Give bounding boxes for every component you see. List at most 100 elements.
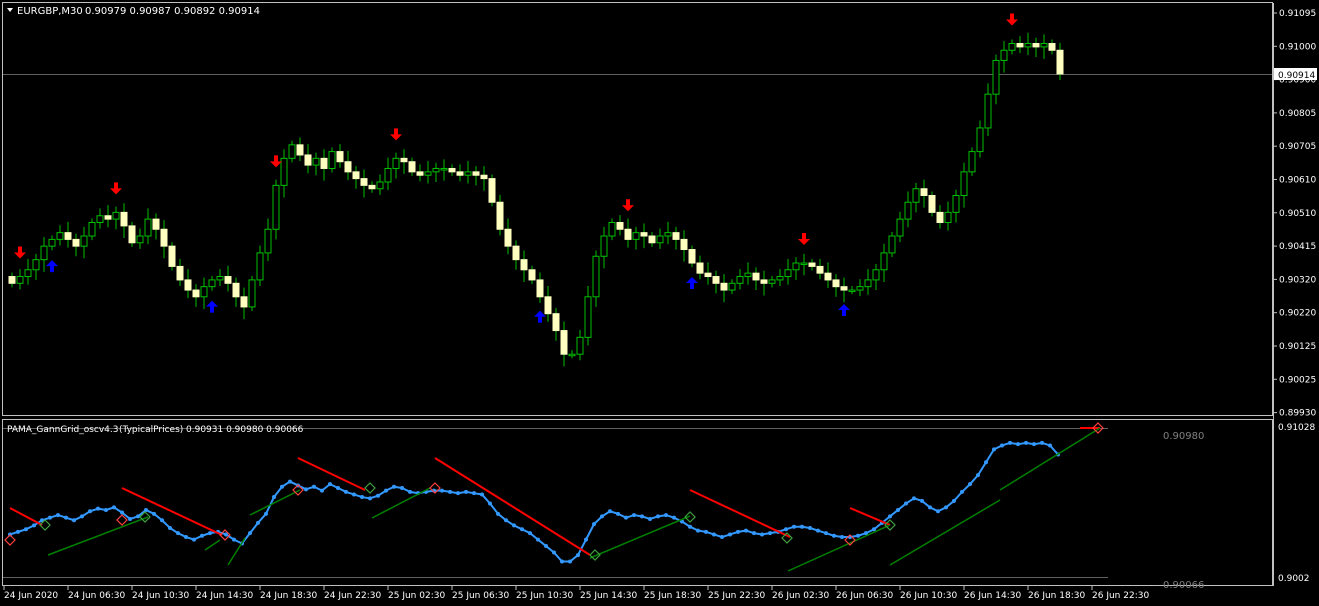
oscillator-point xyxy=(656,514,660,519)
oscillator-point xyxy=(528,531,532,536)
bear-candle xyxy=(680,238,688,251)
oscillator-point xyxy=(856,533,860,538)
bear-candle xyxy=(400,157,408,163)
oscillator-point xyxy=(800,524,804,529)
oscillator-point xyxy=(208,531,212,536)
oscillator-point xyxy=(792,524,796,529)
bear-candle xyxy=(928,194,936,213)
oscillator-point xyxy=(456,491,460,496)
bear-candle xyxy=(320,157,328,169)
oscillator-point xyxy=(824,531,828,536)
oscillator-point xyxy=(1024,440,1028,445)
oscillator-point xyxy=(536,537,540,542)
indicator-name: PAMA_GannGrid_oscv4.3 xyxy=(7,425,119,435)
time-tick-label: 26 Jun 02:30 xyxy=(772,591,829,601)
bear-candle xyxy=(1048,43,1056,51)
bull-candle xyxy=(872,269,880,281)
time-tick-label: 25 Jun 02:30 xyxy=(388,591,445,601)
bear-candle xyxy=(120,211,128,227)
bear-candle xyxy=(184,279,192,291)
bear-candle xyxy=(296,144,304,156)
oscillator-point xyxy=(632,513,636,518)
bear-candle xyxy=(456,171,464,176)
oscillator-point xyxy=(448,489,452,494)
oscillator-point xyxy=(840,535,844,540)
bear-candle xyxy=(544,296,552,315)
oscillator-point xyxy=(896,507,900,512)
oscillator-point xyxy=(696,528,700,533)
oscillator-point xyxy=(832,533,836,538)
bull-candle xyxy=(208,279,216,288)
oscillator-point xyxy=(16,529,20,534)
oscillator-point xyxy=(400,486,404,491)
oscillator-point xyxy=(760,532,764,537)
oscillator-point xyxy=(712,532,716,537)
oscillator-point xyxy=(616,511,620,516)
oscillator-point xyxy=(480,492,484,497)
oscillator-point xyxy=(1000,443,1004,448)
ohlc-values: 0.90979 0.90987 0.90892 0.90914 xyxy=(85,6,260,17)
bull-candle xyxy=(848,289,856,293)
oscillator-point xyxy=(640,514,644,519)
oscillator-point xyxy=(544,544,548,549)
bull-candle xyxy=(216,276,224,281)
bull-candle xyxy=(904,201,912,220)
oscillator-point xyxy=(608,509,612,514)
current-price-label: 0.90914 xyxy=(1278,71,1315,81)
bear-candle xyxy=(704,272,712,278)
bear-candle xyxy=(920,188,928,196)
bull-candle xyxy=(896,218,904,237)
bull-candle xyxy=(656,235,664,244)
oscillator-point xyxy=(592,522,596,527)
oscillator-point xyxy=(128,516,132,521)
bull-candle xyxy=(880,252,888,271)
time-tick-label: 25 Jun 10:30 xyxy=(516,591,573,601)
bear-candle xyxy=(448,167,456,173)
bear-candle xyxy=(560,330,568,355)
bear-candle xyxy=(488,178,496,203)
bull-candle xyxy=(24,269,32,278)
oscillator-point xyxy=(440,488,444,493)
bull-candle xyxy=(256,252,264,281)
oscillator-point xyxy=(720,535,724,540)
bull-candle xyxy=(960,171,968,196)
bear-candle xyxy=(712,276,720,284)
chart-window[interactable]: EURGBP,M30 0.90979 0.90987 0.90892 0.909… xyxy=(0,0,1319,606)
price-tick-label: 0.90705 xyxy=(1279,142,1316,152)
time-tick-label: 26 Jun 18:30 xyxy=(1028,591,1085,601)
oscillator-point xyxy=(928,505,932,510)
oscillator-point xyxy=(104,507,108,512)
time-tick-label: 24 Jun 18:30 xyxy=(260,591,317,601)
oscillator-point xyxy=(968,482,972,487)
oscillator-point xyxy=(336,486,340,491)
oscillator-point xyxy=(352,492,356,497)
bull-candle xyxy=(864,279,872,288)
bull-candle xyxy=(440,167,448,171)
oscillator-point xyxy=(32,523,36,528)
bear-candle xyxy=(104,215,112,220)
oscillator-point xyxy=(944,505,948,510)
oscillator-point xyxy=(744,528,748,533)
bear-candle xyxy=(232,282,240,298)
bear-candle xyxy=(1016,43,1024,48)
bear-candle xyxy=(360,178,368,186)
indicator-level-low-label: 0.90066 xyxy=(1163,580,1204,591)
oscillator-point xyxy=(552,550,556,555)
oscillator-point xyxy=(120,510,124,515)
bull-candle xyxy=(200,286,208,298)
oscillator-point xyxy=(560,559,564,564)
bull-candle xyxy=(608,222,616,237)
time-tick-label: 24 Jun 2020 xyxy=(4,591,58,601)
bull-candle xyxy=(568,353,576,357)
oscillator-point xyxy=(624,515,628,520)
oscillator-point xyxy=(344,489,348,494)
oscillator-point xyxy=(752,531,756,536)
oscillator-point xyxy=(88,509,92,514)
bear-candle xyxy=(688,249,696,264)
bear-candle xyxy=(344,161,352,173)
oscillator-point xyxy=(1008,440,1012,445)
oscillator-point xyxy=(472,491,476,496)
time-tick-label: 25 Jun 06:30 xyxy=(452,591,509,601)
oscillator-point xyxy=(1016,442,1020,447)
bear-candle xyxy=(152,218,160,230)
